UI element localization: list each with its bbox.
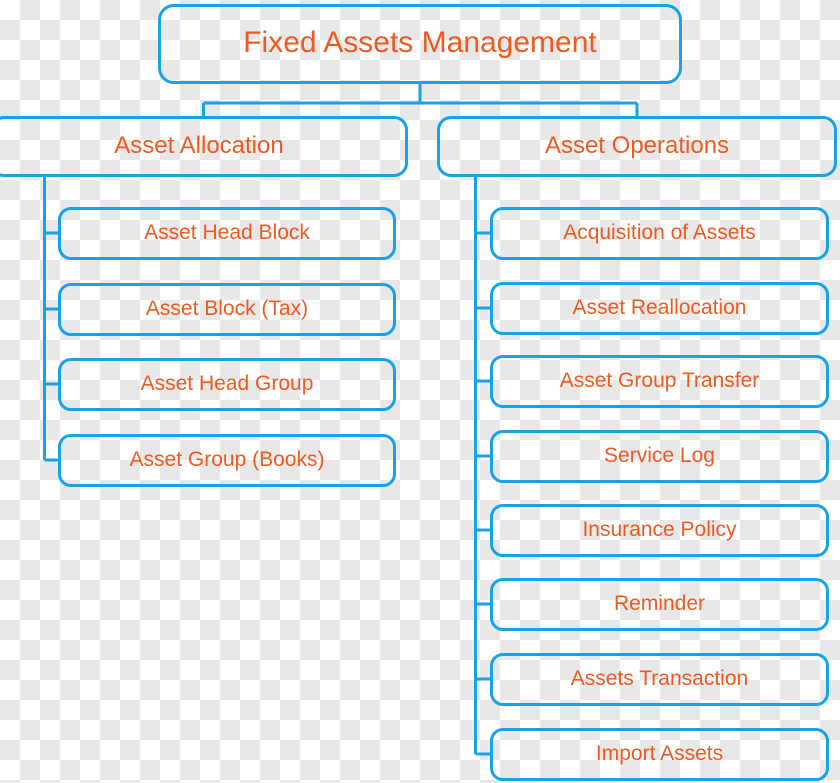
node-asset-head-group-label: Asset Head Group [140, 372, 314, 395]
node-reminder[interactable]: Reminder [490, 578, 829, 631]
node-acquisition-of-assets-label: Acquisition of Assets [563, 221, 756, 244]
node-branch-asset-operations-label: Asset Operations [544, 131, 730, 159]
node-asset-group-transfer-label: Asset Group Transfer [559, 369, 760, 392]
node-service-log-label: Service Log [604, 444, 715, 467]
node-asset-head-block[interactable]: Asset Head Block [58, 207, 396, 260]
node-root-label: Fixed Assets Management [243, 26, 597, 59]
node-branch-asset-allocation[interactable]: Asset Allocation [0, 116, 408, 177]
node-insurance-policy[interactable]: Insurance Policy [490, 504, 829, 557]
node-insurance-policy-label: Insurance Policy [582, 518, 737, 541]
node-asset-block-tax-label: Asset Block (Tax) [145, 297, 309, 320]
node-import-assets-label: Import Assets [595, 742, 724, 765]
node-acquisition-of-assets[interactable]: Acquisition of Assets [490, 207, 829, 260]
node-reminder-label: Reminder [613, 592, 706, 615]
org-chart: Fixed Assets Management Asset Allocation… [0, 0, 840, 783]
node-branch-asset-operations[interactable]: Asset Operations [437, 116, 837, 177]
node-service-log[interactable]: Service Log [490, 430, 829, 483]
node-asset-group-transfer[interactable]: Asset Group Transfer [490, 355, 829, 408]
node-assets-transaction-label: Assets Transaction [570, 667, 749, 690]
node-asset-reallocation-label: Asset Reallocation [572, 296, 747, 319]
node-asset-group-books-label: Asset Group (Books) [129, 448, 325, 471]
node-asset-block-tax[interactable]: Asset Block (Tax) [58, 283, 396, 336]
node-import-assets[interactable]: Import Assets [490, 728, 829, 781]
node-root[interactable]: Fixed Assets Management [158, 4, 682, 84]
node-assets-transaction[interactable]: Assets Transaction [490, 653, 829, 706]
node-branch-asset-allocation-label: Asset Allocation [114, 131, 284, 159]
node-asset-group-books[interactable]: Asset Group (Books) [58, 434, 396, 487]
node-asset-head-block-label: Asset Head Block [144, 221, 310, 244]
node-asset-head-group[interactable]: Asset Head Group [58, 358, 396, 411]
node-asset-reallocation[interactable]: Asset Reallocation [490, 282, 829, 335]
